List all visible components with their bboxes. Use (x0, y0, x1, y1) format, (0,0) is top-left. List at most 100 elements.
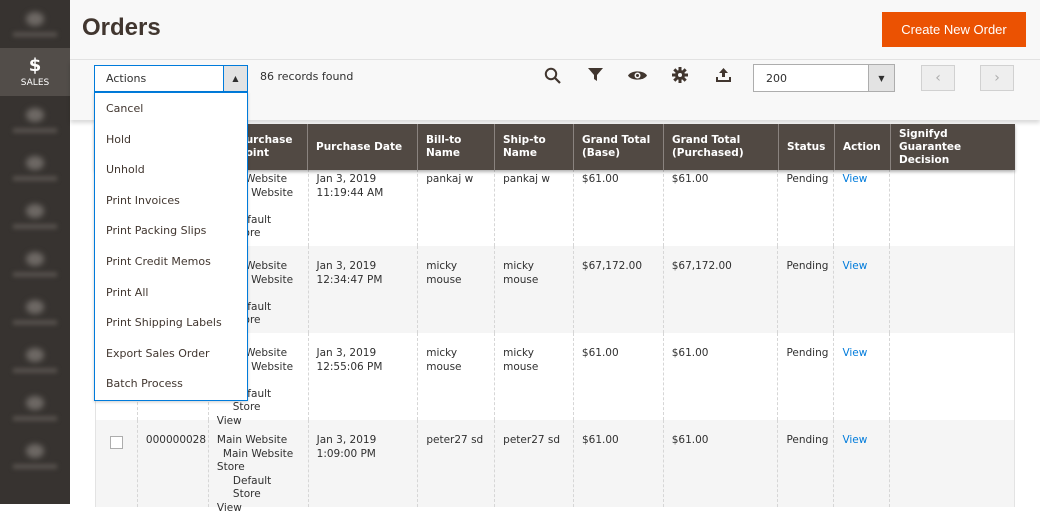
sidebar-item-dashboard[interactable] (0, 0, 70, 48)
status-value: Pending (786, 173, 828, 185)
purchase-date-cell: Jan 3, 2019 1:09:00 PM (309, 420, 419, 507)
status-value: Pending (786, 347, 828, 359)
search-icon[interactable] (542, 67, 562, 88)
action-option-print-invoices[interactable]: Print Invoices (95, 185, 247, 216)
grand-total-base-cell: $67,172.00 (574, 246, 664, 333)
extensions-icon (26, 444, 44, 458)
next-page-button[interactable]: › (980, 65, 1014, 91)
grand-total-purchased-cell: $61.00 (664, 333, 779, 420)
bill-to-name: micky mouse (426, 347, 461, 373)
status-cell: Pending (778, 333, 834, 420)
grand-total-purchased: $67,172.00 (672, 260, 732, 272)
gear-icon[interactable] (670, 67, 690, 87)
view-link[interactable]: View (842, 260, 867, 272)
action-cell: View (834, 420, 890, 507)
sidebar-item-customers[interactable] (0, 144, 70, 192)
order-id: 000000028 (146, 434, 206, 446)
create-new-order-button[interactable]: Create New Order (882, 12, 1026, 47)
marketing-icon (26, 204, 44, 218)
action-option-batch-process[interactable]: Batch Process (95, 368, 247, 399)
view-link[interactable]: View (842, 347, 867, 359)
action-option-print-packing-slips[interactable]: Print Packing Slips (95, 215, 247, 246)
sidebar-item-catalog[interactable] (0, 96, 70, 144)
purchase-point-line: Main Website (217, 434, 300, 448)
column-header-status[interactable]: Status (779, 124, 835, 170)
ship-to-cell: pankaj w (495, 159, 574, 246)
grand-total-purchased: $61.00 (672, 173, 709, 185)
sidebar-item-system[interactable] (0, 384, 70, 432)
purchase-date: Jan 3, 2019 12:34:47 PM (317, 260, 383, 286)
action-cell: View (834, 159, 890, 246)
purchase-date: Jan 3, 2019 11:19:44 AM (317, 173, 384, 199)
status-value: Pending (786, 260, 828, 272)
purchase-point-line: Store (217, 461, 300, 475)
action-cell: View (834, 333, 890, 420)
catalog-icon (26, 108, 44, 122)
bill-to-cell: micky mouse (418, 246, 495, 333)
status-cell: Pending (778, 159, 834, 246)
ship-to-name: pankaj w (503, 173, 550, 185)
purchase-point-cell: Main WebsiteMain WebsiteStoreDefault Sto… (209, 420, 309, 507)
purchase-date-cell: Jan 3, 2019 12:34:47 PM (309, 246, 419, 333)
system-icon (26, 396, 44, 410)
signifyd-cell (890, 333, 1014, 420)
filter-icon[interactable] (585, 67, 605, 86)
actions-dropdown-menu: CancelHoldUnholdPrint InvoicesPrint Pack… (94, 92, 248, 401)
actions-select[interactable]: Actions ▲ (94, 65, 248, 92)
export-icon[interactable] (713, 67, 733, 86)
action-option-cancel[interactable]: Cancel (95, 93, 247, 124)
bill-to-cell: micky mouse (418, 333, 495, 420)
eye-icon[interactable] (627, 67, 647, 86)
status-cell: Pending (778, 246, 834, 333)
column-header-bill-to-name[interactable]: Bill-to Name (418, 124, 495, 170)
action-option-print-all[interactable]: Print All (95, 277, 247, 308)
previous-page-button[interactable]: ‹ (921, 65, 955, 91)
grand-total-base-cell: $61.00 (574, 159, 664, 246)
ship-to-cell: micky mouse (495, 333, 574, 420)
action-option-print-shipping-labels[interactable]: Print Shipping Labels (95, 307, 247, 338)
action-option-hold[interactable]: Hold (95, 124, 247, 155)
sidebar-item-content[interactable] (0, 240, 70, 288)
purchase-date: Jan 3, 2019 12:55:06 PM (317, 347, 383, 373)
sidebar-item-stores[interactable] (0, 336, 70, 384)
sidebar-item-extensions[interactable] (0, 432, 70, 480)
column-header-ship-to-name[interactable]: Ship-to Name (495, 124, 574, 170)
bill-to-name: pankaj w (426, 173, 473, 185)
sidebar-item-sales[interactable]: $ SALES (0, 48, 70, 96)
select-cell (96, 420, 138, 507)
action-option-export-sales-order[interactable]: Export Sales Order (95, 338, 247, 369)
bill-to-cell: peter27 sd (418, 420, 495, 507)
action-option-print-credit-memos[interactable]: Print Credit Memos (95, 246, 247, 277)
sidebar-item-reports[interactable] (0, 288, 70, 336)
grand-total-purchased-cell: $67,172.00 (664, 246, 779, 333)
action-option-unhold[interactable]: Unhold (95, 154, 247, 185)
sidebar-item-label: SALES (21, 78, 49, 88)
customers-icon (26, 156, 44, 170)
per-page-value: 200 (766, 72, 787, 85)
per-page-select[interactable]: 200 ▼ (753, 64, 895, 92)
bill-to-cell: pankaj w (418, 159, 495, 246)
grand-total-base: $67,172.00 (582, 260, 642, 272)
view-link[interactable]: View (842, 434, 867, 446)
stores-icon (26, 348, 44, 362)
caret-up-icon[interactable]: ▲ (223, 66, 247, 91)
grand-total-purchased-cell: $61.00 (664, 420, 779, 507)
status-value: Pending (786, 434, 828, 446)
purchase-date-cell: Jan 3, 2019 12:55:06 PM (309, 333, 419, 420)
column-header-action[interactable]: Action (835, 124, 891, 170)
column-header-signifyd-decision[interactable]: Signifyd Guarantee Decision (891, 124, 1015, 170)
page-header: Orders Create New Order (70, 0, 1040, 60)
column-header-purchase-date[interactable]: Purchase Date (308, 124, 418, 170)
view-link[interactable]: View (842, 173, 867, 185)
grand-total-base-cell: $61.00 (574, 333, 664, 420)
signifyd-cell (890, 420, 1014, 507)
ship-to-cell: peter27 sd (495, 420, 574, 507)
column-header-grand-total-base[interactable]: Grand Total (Base) (574, 124, 664, 170)
bill-to-name: micky mouse (426, 260, 461, 286)
sidebar-item-marketing[interactable] (0, 192, 70, 240)
grand-total-base: $61.00 (582, 347, 619, 359)
column-header-grand-total-purchased[interactable]: Grand Total (Purchased) (664, 124, 779, 170)
caret-down-icon[interactable]: ▼ (868, 65, 894, 91)
grand-total-purchased: $61.00 (672, 347, 709, 359)
row-checkbox[interactable] (110, 436, 123, 449)
